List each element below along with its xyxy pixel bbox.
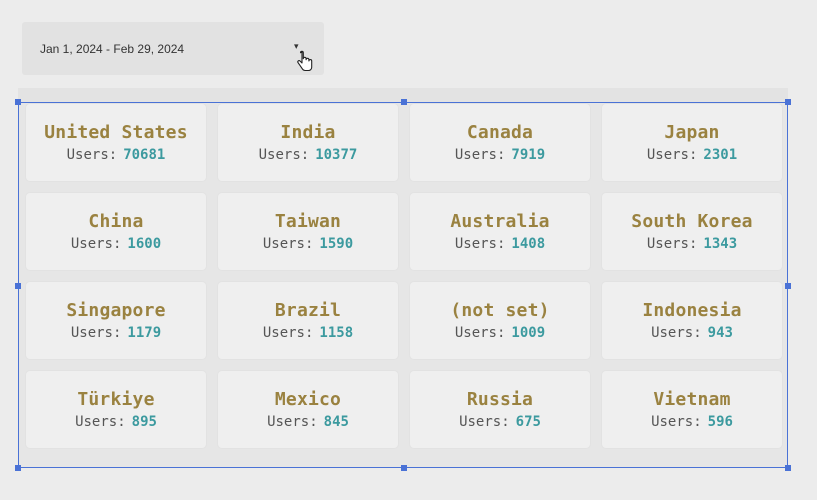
- country-scorecard[interactable]: Mexico Users: 845: [218, 371, 398, 448]
- users-label: Users:: [454, 236, 506, 252]
- users-value: 1408: [511, 236, 546, 252]
- country-scorecard[interactable]: China Users: 1600: [26, 193, 206, 270]
- hand-pointer-icon: [297, 50, 313, 72]
- country-name: Brazil: [274, 300, 342, 321]
- users-value: 70681: [123, 147, 166, 163]
- users-metric: Users: 895: [75, 414, 157, 430]
- users-metric: Users: 1158: [263, 325, 353, 341]
- users-label: Users:: [651, 325, 702, 341]
- users-value: 7919: [511, 147, 546, 163]
- users-value: 943: [707, 325, 733, 341]
- users-label: Users:: [454, 325, 506, 341]
- country-name: Russia: [466, 389, 534, 410]
- country-scorecard[interactable]: Canada Users: 7919: [410, 104, 590, 181]
- country-name: Canada: [466, 122, 534, 143]
- country-scorecard[interactable]: Russia Users: 675: [410, 371, 590, 448]
- users-metric: Users: 1009: [455, 325, 545, 341]
- country-name: South Korea: [631, 211, 753, 232]
- country-name: Australia: [450, 211, 550, 232]
- users-label: Users:: [651, 414, 702, 430]
- country-name: China: [88, 211, 144, 232]
- users-label: Users:: [267, 414, 318, 430]
- users-value: 675: [515, 414, 541, 430]
- country-scorecard[interactable]: Singapore Users: 1179: [26, 282, 206, 359]
- users-metric: Users: 675: [459, 414, 541, 430]
- users-metric: Users: 1343: [647, 236, 737, 252]
- country-scorecard[interactable]: (not set) Users: 1009: [410, 282, 590, 359]
- country-name: Japan: [664, 122, 720, 143]
- users-label: Users:: [66, 147, 118, 163]
- users-label: Users:: [646, 236, 698, 252]
- users-label: Users:: [75, 414, 126, 430]
- country-scorecard[interactable]: Japan Users: 2301: [602, 104, 782, 181]
- country-name: Türkiye: [77, 389, 155, 410]
- users-value: 845: [323, 414, 349, 430]
- users-metric: Users: 7919: [455, 147, 545, 163]
- country-scorecard-grid[interactable]: United States Users: 70681 India Users: 10377…: [26, 104, 782, 466]
- country-scorecard[interactable]: India Users: 10377: [218, 104, 398, 181]
- users-value: 1343: [703, 236, 738, 252]
- users-label: Users:: [262, 325, 314, 341]
- users-label: Users:: [262, 236, 314, 252]
- country-name: Taiwan: [274, 211, 342, 232]
- country-name: Mexico: [274, 389, 342, 410]
- users-value: 1600: [127, 236, 162, 252]
- users-metric: Users: 845: [267, 414, 349, 430]
- users-value: 1158: [319, 325, 354, 341]
- users-value: 1009: [511, 325, 546, 341]
- users-label: Users:: [70, 236, 122, 252]
- users-metric: Users: 1179: [71, 325, 161, 341]
- report-canvas: Jan 1, 2024 - Feb 29, 2024 ▾ United Stat…: [0, 0, 817, 500]
- country-name: United States: [44, 122, 188, 143]
- users-value: 1179: [127, 325, 162, 341]
- users-value: 2301: [703, 147, 738, 163]
- users-metric: Users: 1600: [71, 236, 161, 252]
- users-value: 596: [707, 414, 733, 430]
- country-name: (not set): [450, 300, 550, 321]
- users-value: 1590: [319, 236, 354, 252]
- country-name: Singapore: [66, 300, 166, 321]
- users-label: Users:: [258, 147, 310, 163]
- country-scorecard[interactable]: Australia Users: 1408: [410, 193, 590, 270]
- users-label: Users:: [454, 147, 506, 163]
- users-metric: Users: 10377: [259, 147, 358, 163]
- country-scorecard[interactable]: Türkiye Users: 895: [26, 371, 206, 448]
- users-metric: Users: 1590: [263, 236, 353, 252]
- users-value: 895: [131, 414, 157, 430]
- users-metric: Users: 596: [651, 414, 733, 430]
- country-scorecard[interactable]: Taiwan Users: 1590: [218, 193, 398, 270]
- users-value: 10377: [315, 147, 358, 163]
- users-metric: Users: 2301: [647, 147, 737, 163]
- users-label: Users:: [70, 325, 122, 341]
- country-scorecard[interactable]: Indonesia Users: 943: [602, 282, 782, 359]
- users-metric: Users: 943: [651, 325, 733, 341]
- country-scorecard[interactable]: United States Users: 70681: [26, 104, 206, 181]
- date-range-picker[interactable]: Jan 1, 2024 - Feb 29, 2024 ▾: [22, 22, 324, 75]
- country-scorecard[interactable]: Brazil Users: 1158: [218, 282, 398, 359]
- users-label: Users:: [646, 147, 698, 163]
- date-range-label: Jan 1, 2024 - Feb 29, 2024: [40, 42, 185, 56]
- country-name: India: [280, 122, 336, 143]
- country-scorecard[interactable]: South Korea Users: 1343: [602, 193, 782, 270]
- users-label: Users:: [459, 414, 510, 430]
- country-name: Vietnam: [653, 389, 731, 410]
- users-metric: Users: 70681: [67, 147, 166, 163]
- grid-header-strip: [18, 88, 788, 102]
- country-name: Indonesia: [642, 300, 742, 321]
- users-metric: Users: 1408: [455, 236, 545, 252]
- country-scorecard[interactable]: Vietnam Users: 596: [602, 371, 782, 448]
